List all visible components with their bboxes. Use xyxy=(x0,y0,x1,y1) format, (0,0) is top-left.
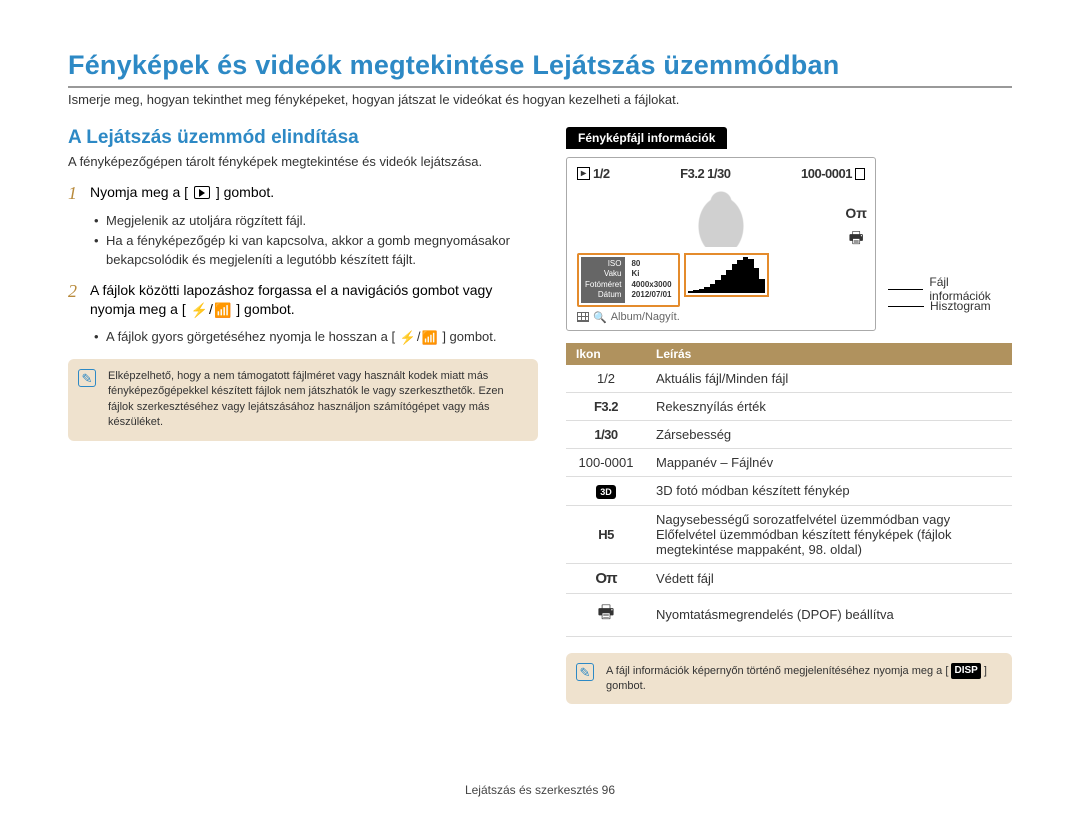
th-desc: Leírás xyxy=(646,343,1012,365)
lock-icon: Oπ xyxy=(595,570,616,587)
step-2: 2 A fájlok közötti lapozáshoz forgassa e… xyxy=(68,281,538,321)
wifi-icon: 📶 xyxy=(214,301,231,321)
camera-screen: ▸ 1/2 F3.2 1/30 100-0001 Oπ 🖶 ISO xyxy=(566,157,876,331)
value: 80 xyxy=(631,259,671,269)
value: 4000x3000 xyxy=(631,280,671,290)
cell-desc: Nagysebességű sorozatfelvétel üzemmódban… xyxy=(646,505,1012,563)
cell-icon: 100-0001 xyxy=(566,448,646,476)
bullet: Megjelenik az utoljára rögzített fájl. xyxy=(96,212,538,230)
page-title: Fényképek és videók megtekintése Lejátsz… xyxy=(68,50,1012,81)
cell-icon: 1/30 xyxy=(594,427,617,442)
cell-icon: H5 xyxy=(598,527,614,542)
printer-icon: 🖶 xyxy=(598,600,615,630)
label: ISO xyxy=(585,259,621,269)
table-row: 1/2Aktuális fájl/Minden fájl xyxy=(566,365,1012,393)
label: Dátum xyxy=(585,290,621,300)
th-icon: Ikon xyxy=(566,343,646,365)
value: Ki xyxy=(631,269,671,279)
intro-text: Ismerje meg, hogyan tekinthet meg fényké… xyxy=(68,92,1012,107)
photo-placeholder xyxy=(691,187,751,247)
cell-icon: F3.2 xyxy=(594,399,618,414)
bullet: A fájlok gyors görgetéséhez nyomja le ho… xyxy=(96,328,538,347)
table-row: F3.2 Rekesznyílás érték xyxy=(566,392,1012,420)
disp-icon: DISP xyxy=(951,663,980,679)
step-number: 1 xyxy=(68,183,90,205)
table-row: 🖶 Nyomtatásmegrendelés (DPOF) beállítva xyxy=(566,593,1012,636)
slash: / xyxy=(209,301,213,317)
table-row: 100-0001Mappanév – Fájlnév xyxy=(566,448,1012,476)
step1-post: ] gombot. xyxy=(216,184,274,200)
step2-bullets: A fájlok gyors görgetéséhez nyomja le ho… xyxy=(96,328,538,347)
cell-desc: Nyomtatásmegrendelés (DPOF) beállítva xyxy=(646,593,1012,636)
label: Vaku xyxy=(585,269,621,279)
text: ] gombot. xyxy=(442,329,496,344)
callout-text: Hisztogram xyxy=(930,299,991,313)
callout-histogram: Hisztogram xyxy=(888,299,991,313)
step-number: 2 xyxy=(68,281,90,321)
histogram-box xyxy=(684,253,769,297)
note-pre: A fájl információk képernyőn történő meg… xyxy=(606,664,948,676)
wifi-icon: 📶 xyxy=(422,329,438,347)
shutter: 1/30 xyxy=(707,166,730,181)
counter-icon: ▸ xyxy=(577,167,590,180)
flash-icon: ⚡ xyxy=(400,329,416,347)
zoom-icon: 🔍 xyxy=(593,311,607,324)
printer-icon: 🖶 xyxy=(849,227,864,254)
three-d-icon: 3D xyxy=(596,485,616,499)
info-pill: Fényképfájl információk xyxy=(566,127,727,149)
table-row: 1/30 Zársebesség xyxy=(566,420,1012,448)
cell-desc: Rekesznyílás érték xyxy=(646,392,1012,420)
table-row: H5 Nagysebességű sorozatfelvétel üzemmódb… xyxy=(566,505,1012,563)
screen-bottom-text: Album/Nagyít. xyxy=(611,311,680,323)
step-1: 1 Nyomja meg a [ ] gombot. xyxy=(68,183,538,205)
cell-desc: Védett fájl xyxy=(646,563,1012,593)
bullet: Ha a fényképezőgép ki van kapcsolva, akk… xyxy=(96,232,538,268)
icon-table: Ikon Leírás 1/2Aktuális fájl/Minden fájl… xyxy=(566,343,1012,637)
note-icon: ✎ xyxy=(576,663,594,681)
note-box: ✎ Elképzelhető, hogy a nem támogatott fá… xyxy=(68,359,538,441)
aperture: F3.2 xyxy=(680,166,704,181)
step1-pre: Nyomja meg a [ xyxy=(90,184,188,200)
note-icon: ✎ xyxy=(78,369,96,387)
grid-icon xyxy=(577,312,589,322)
page-footer: Lejátszás és szerkesztés 96 xyxy=(0,783,1080,797)
file-info-box: ISO Vaku Fotóméret Dátum 80 Ki 4000x3000… xyxy=(577,253,680,307)
note-text: Elképzelhető, hogy a nem támogatott fájl… xyxy=(108,370,504,428)
folder-file: 100-0001 xyxy=(801,166,852,181)
table-row: Oπ Védett fájl xyxy=(566,563,1012,593)
label: Fotóméret xyxy=(585,280,621,290)
cell-icon: 1/2 xyxy=(566,365,646,393)
text: A fájlok gyors görgetéséhez nyomja le ho… xyxy=(106,329,395,344)
counter: 1/2 xyxy=(593,166,610,181)
step2-b: ] gombot. xyxy=(236,301,294,317)
lock-icon: Oπ xyxy=(845,205,867,221)
play-icon xyxy=(194,186,210,199)
cell-desc: Mappanév – Fájlnév xyxy=(646,448,1012,476)
section-title: A Lejátszás üzemmód elindítása xyxy=(68,127,538,149)
section-intro: A fényképezőgépen tárolt fényképek megte… xyxy=(68,153,538,171)
card-icon xyxy=(855,168,865,180)
title-rule xyxy=(68,86,1012,88)
cell-desc: Zársebesség xyxy=(646,420,1012,448)
flash-icon: ⚡ xyxy=(191,301,208,321)
value: 2012/07/01 xyxy=(631,290,671,300)
note-box: ✎ A fájl információk képernyőn történő m… xyxy=(566,653,1012,705)
cell-desc: 3D fotó módban készített fénykép xyxy=(646,476,1012,505)
table-row: 3D 3D fotó módban készített fénykép xyxy=(566,476,1012,505)
step1-bullets: Megjelenik az utoljára rögzített fájl. H… xyxy=(96,212,538,269)
cell-desc: Aktuális fájl/Minden fájl xyxy=(646,365,1012,393)
